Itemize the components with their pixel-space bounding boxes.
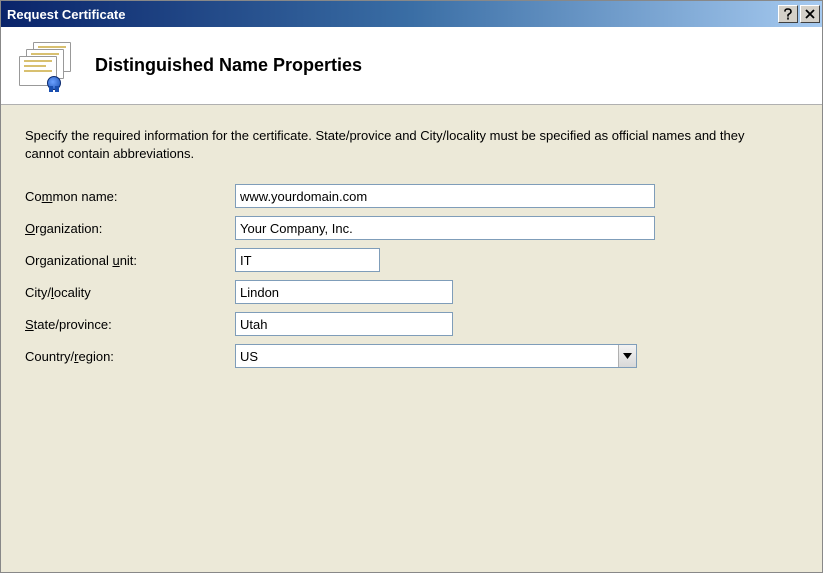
label-common-name: Common name:: [25, 189, 235, 204]
help-button[interactable]: [778, 5, 798, 23]
state-input[interactable]: [235, 312, 453, 336]
header-band: Distinguished Name Properties: [1, 27, 822, 105]
country-dropdown-button[interactable]: [618, 345, 636, 367]
row-common-name: Common name:: [25, 184, 798, 208]
close-icon: [805, 9, 815, 19]
label-org-unit: Organizational unit:: [25, 253, 235, 268]
request-certificate-dialog: Request Certificate Distinguished Name P…: [0, 0, 823, 573]
org-unit-input[interactable]: [235, 248, 380, 272]
titlebar-buttons: [778, 5, 820, 23]
label-country: Country/region:: [25, 349, 235, 364]
country-value: US: [236, 345, 618, 367]
content-area: Specify the required information for the…: [1, 105, 822, 398]
common-name-input[interactable]: [235, 184, 655, 208]
window-title: Request Certificate: [7, 7, 778, 22]
titlebar: Request Certificate: [1, 1, 822, 27]
help-icon: [783, 8, 793, 20]
chevron-down-icon: [623, 353, 632, 359]
city-input[interactable]: [235, 280, 453, 304]
page-title: Distinguished Name Properties: [95, 55, 362, 76]
label-state: State/province:: [25, 317, 235, 332]
row-organization: Organization:: [25, 216, 798, 240]
close-button[interactable]: [800, 5, 820, 23]
label-city: City/locality: [25, 285, 235, 300]
instructions-text: Specify the required information for the…: [25, 127, 765, 162]
row-org-unit: Organizational unit:: [25, 248, 798, 272]
label-organization: Organization:: [25, 221, 235, 236]
row-city: City/locality: [25, 280, 798, 304]
country-combobox[interactable]: US: [235, 344, 637, 368]
certificate-icon: [19, 42, 77, 90]
row-country: Country/region: US: [25, 344, 798, 368]
organization-input[interactable]: [235, 216, 655, 240]
row-state: State/province:: [25, 312, 798, 336]
